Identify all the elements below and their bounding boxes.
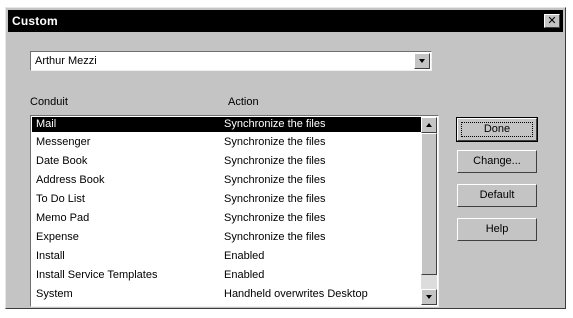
combo-dropdown-button[interactable] (414, 53, 430, 69)
chevron-down-icon (419, 59, 425, 63)
scroll-up-arrow-icon (426, 123, 432, 127)
conduit-action: Synchronize the files (224, 118, 326, 130)
title-bar: Custom ✕ (8, 10, 563, 32)
list-row[interactable]: Install Service Templates Enabled (32, 268, 422, 283)
conduit-name: Date Book (36, 155, 88, 167)
conduit-name: Memo Pad (36, 212, 90, 224)
list-row[interactable]: Address Book Synchronize the files (32, 173, 422, 188)
conduit-action: Synchronize the files (224, 193, 326, 205)
user-combo-value: Arthur Mezzi (35, 55, 97, 67)
conduit-name: System (36, 288, 73, 300)
default-button[interactable]: Default (457, 184, 537, 207)
list-row[interactable]: Messenger Synchronize the files (32, 135, 422, 150)
conduit-name: Install Service Templates (36, 269, 158, 281)
conduit-action: Synchronize the files (224, 231, 326, 243)
list-row[interactable]: Expense Synchronize the files (32, 230, 422, 245)
conduit-name: Address Book (36, 174, 105, 186)
conduit-name: Messenger (36, 136, 91, 148)
list-row[interactable]: Mail Synchronize the files (32, 117, 422, 132)
scroll-thumb[interactable] (421, 133, 437, 275)
vertical-scrollbar[interactable] (421, 117, 437, 305)
conduit-name: Install (36, 250, 65, 262)
conduit-action: Synchronize the files (224, 212, 326, 224)
window-title: Custom (12, 14, 58, 28)
list-row[interactable]: To Do List Synchronize the files (32, 192, 422, 207)
conduit-action: Handheld overwrites Desktop (224, 288, 368, 300)
column-header-conduit[interactable]: Conduit (30, 96, 68, 108)
conduit-action: Synchronize the files (224, 136, 326, 148)
done-button[interactable]: Done (456, 117, 538, 142)
list-row[interactable]: Memo Pad Synchronize the files (32, 211, 422, 226)
list-row[interactable]: Date Book Synchronize the files (32, 154, 422, 169)
conduit-name: Mail (36, 118, 57, 130)
conduit-action: Synchronize the files (224, 174, 326, 186)
conduit-action: Enabled (224, 250, 265, 262)
close-button[interactable]: ✕ (544, 14, 560, 28)
conduit-list[interactable]: Mail Synchronize the files Messenger Syn… (30, 115, 439, 307)
conduit-name: To Do List (36, 193, 85, 205)
help-button[interactable]: Help (457, 218, 537, 241)
scroll-up-button[interactable] (421, 117, 437, 133)
custom-dialog: Custom ✕ Arthur Mezzi Conduit Action Mai… (5, 7, 566, 309)
conduit-action: Enabled (224, 269, 265, 281)
close-icon: ✕ (547, 15, 557, 27)
list-row[interactable]: Install Enabled (32, 249, 422, 264)
column-header-action[interactable]: Action (228, 96, 259, 108)
user-combo[interactable]: Arthur Mezzi (30, 51, 432, 71)
scroll-down-button[interactable] (421, 289, 437, 305)
conduit-action: Synchronize the files (224, 155, 326, 167)
list-row[interactable]: System Handheld overwrites Desktop (32, 287, 422, 302)
scroll-down-arrow-icon (426, 295, 432, 299)
change-button[interactable]: Change... (457, 150, 537, 173)
conduit-name: Expense (36, 231, 79, 243)
